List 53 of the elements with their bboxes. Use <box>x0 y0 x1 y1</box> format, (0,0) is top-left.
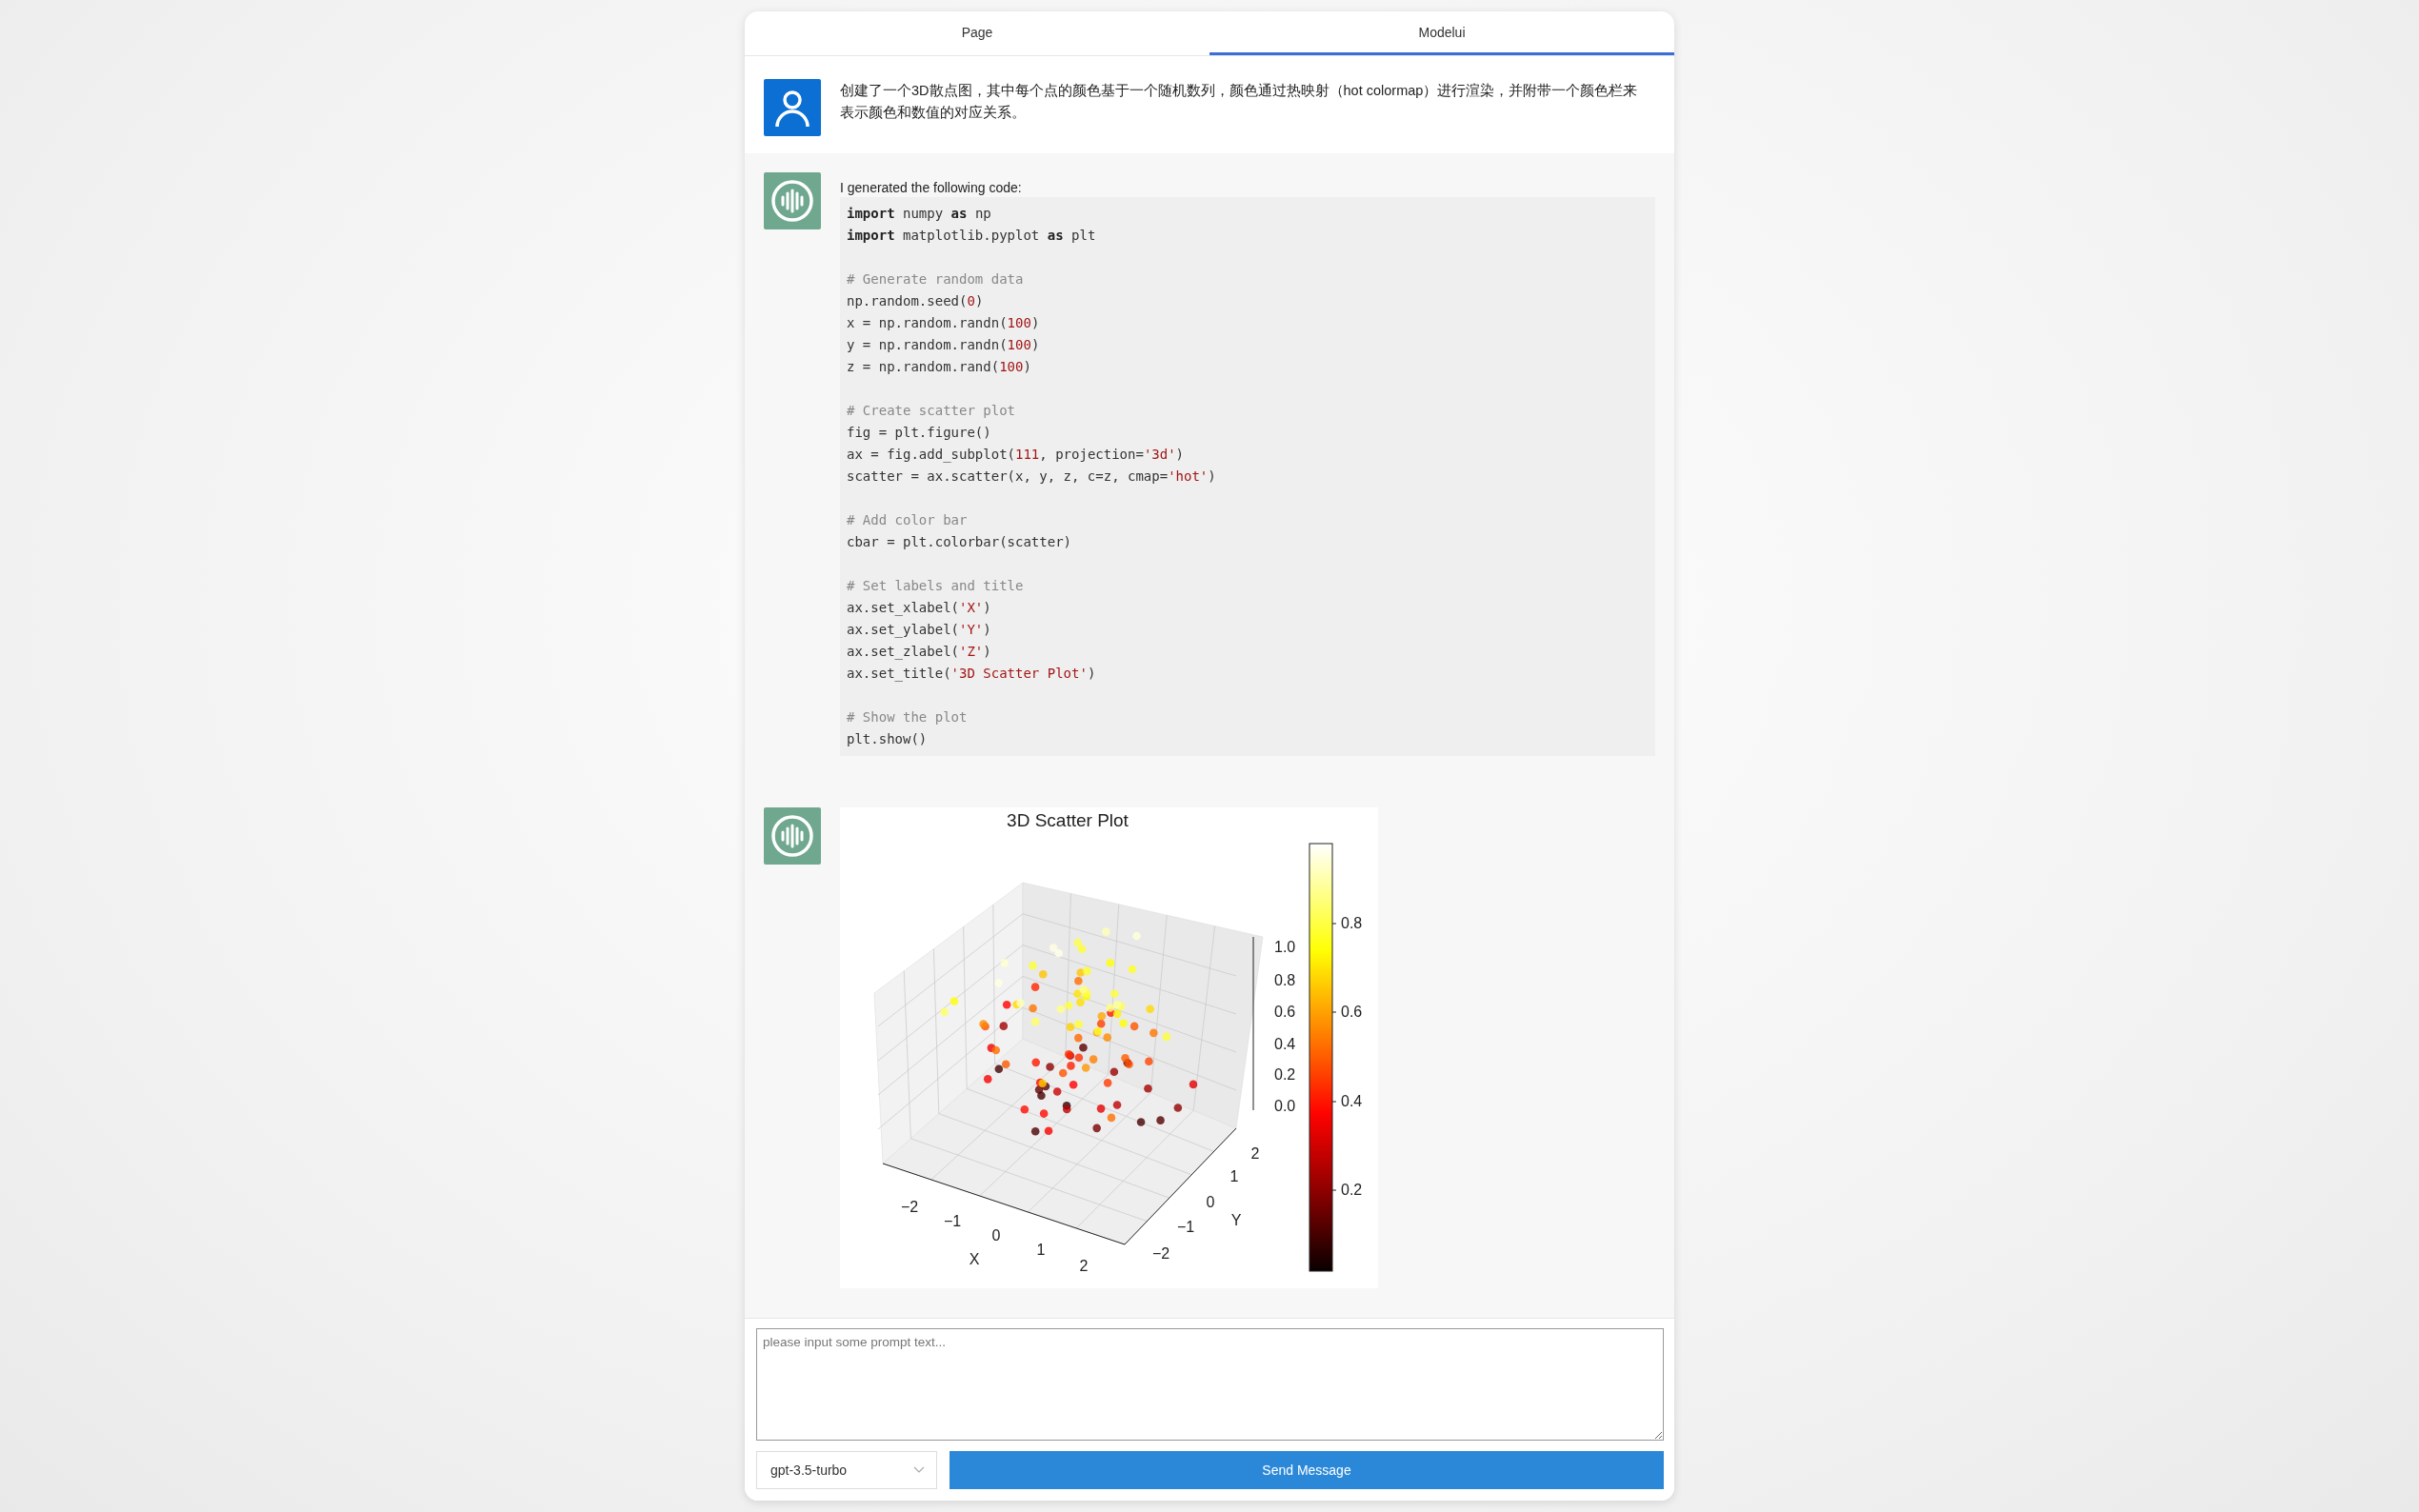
colorbar-tick-label: 0.4 <box>1341 1093 1363 1109</box>
user-message: 创建了一个3D散点图，其中每个点的颜色基于一个随机数列，颜色通过热映射（hot colormap）进行渲染，并附带一个颜色栏来表示颜色和数值的对应关系。 <box>840 82 1639 122</box>
user-avatar-icon <box>764 79 821 136</box>
code-line: plt.show() <box>847 730 929 748</box>
axis-tick-label: 1 <box>1036 1242 1046 1258</box>
code-line: y = np.random.randn(100) <box>847 336 1041 354</box>
code-line: cbar = plt.colorbar(scatter) <box>847 533 1072 551</box>
code-line: ax.set_zlabel('Z') <box>847 643 992 662</box>
code-line: np.random.seed(0) <box>847 292 985 310</box>
code-line: import numpy as np <box>847 205 992 223</box>
tab[interactable]: Page <box>745 11 1210 55</box>
axis-tick-label: −2 <box>1151 1245 1170 1262</box>
axis-tick-label: 0.8 <box>1274 972 1296 988</box>
code-line: # Generate random data <box>847 270 1025 288</box>
axis-tick-label: −2 <box>900 1199 919 1215</box>
code-line: ax.set_ylabel('Y') <box>847 621 992 640</box>
axis-tick-label: 0 <box>1206 1194 1215 1210</box>
code-line: # Add color bar <box>847 511 969 529</box>
code-line: import matplotlib.pyplot as plt <box>847 227 1097 245</box>
colorbar-tick-label: 0.8 <box>1341 915 1363 931</box>
colorbar-tick-label: 0.2 <box>1341 1182 1363 1198</box>
axis-label: Y <box>1230 1212 1242 1228</box>
axis-tick-label: −1 <box>1176 1219 1195 1235</box>
code-line: z = np.random.rand(100) <box>847 358 1032 376</box>
axis-tick-label: 0.2 <box>1274 1066 1296 1083</box>
reply-intro: I generated the following code: <box>840 180 1023 195</box>
axis-tick-label: 2 <box>1250 1145 1260 1162</box>
axis-tick-label: 0.0 <box>1274 1098 1296 1114</box>
code-line: scatter = ax.scatter(x, y, z, c=z, cmap='hot') <box>847 468 1217 486</box>
plot-title: 3D Scatter Plot <box>1007 810 1129 830</box>
code-line: # Set labels and title <box>847 577 1025 595</box>
axis-tick-label: 1 <box>1229 1168 1239 1184</box>
axis-tick-label: 0.6 <box>1274 1004 1296 1020</box>
code-line: x = np.random.randn(100) <box>847 314 1041 332</box>
axis-tick-label: 1.0 <box>1274 939 1296 955</box>
prompt-field[interactable]: please input some prompt text... <box>756 1328 1664 1441</box>
code-line: ax = fig.add_subplot(111, projection='3d') <box>847 446 1186 465</box>
chevron-icon <box>913 1466 925 1474</box>
axis-label: X <box>969 1251 980 1267</box>
bot-avatar-icon <box>764 172 821 229</box>
colorbar-tick-label: 0.6 <box>1341 1004 1363 1020</box>
bot-avatar-icon <box>764 807 821 865</box>
axis-tick-label: −1 <box>943 1213 962 1229</box>
code-line: ax.set_title('3D Scatter Plot') <box>847 665 1097 684</box>
code-line: fig = plt.figure() <box>847 424 992 442</box>
model-select[interactable]: gpt-3.5-turbo <box>756 1451 937 1489</box>
axis-tick-label: 0 <box>991 1227 1001 1243</box>
axis-tick-label: 2 <box>1079 1258 1089 1274</box>
axis-tick-label: 0.4 <box>1274 1036 1296 1052</box>
code-line: ax.set_xlabel('X') <box>847 599 992 618</box>
send-button[interactable]: Send Message <box>950 1451 1664 1489</box>
code-line: # Show the plot <box>847 708 969 726</box>
code-line: # Create scatter plot <box>847 402 1016 420</box>
